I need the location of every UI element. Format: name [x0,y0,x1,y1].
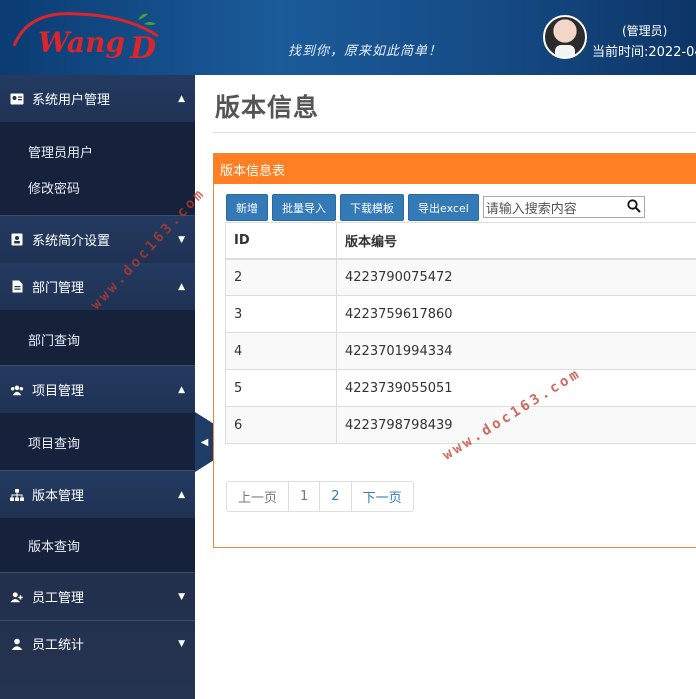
sidebar-item-label: 员工统计 [32,638,85,653]
sidebar: 系统用户管理 ▲ 管理员用户 修改密码 系统简介设置 ▼ 部门管理 ▲ 部门查询… [0,75,195,699]
prev-page-button[interactable]: 上一页 [226,481,290,512]
cell-version-number: 4223790075472 [336,258,696,296]
file-icon [10,280,24,294]
sidebar-item-project[interactable]: 项目管理 ▲ [0,366,195,413]
chevron-left-icon: ◀ [200,436,209,448]
caret-down-icon: ▼ [178,235,185,245]
table-header-row: ID 版本编号 [225,222,696,260]
sidebar-subitem-project-query[interactable]: 项目查询 [28,433,80,452]
submenu-version: 版本查询 [0,518,195,573]
svg-text:D: D [129,31,156,66]
sidebar-subitem-admin-users[interactable]: 管理员用户 [28,142,93,161]
sidebar-subitem-change-password[interactable]: 修改密码 [28,178,80,197]
search-icon[interactable] [627,199,641,213]
column-header-version-number[interactable]: 版本编号 [336,222,696,260]
table-row[interactable]: 5 4223739055051 [225,369,696,407]
cell-id: 2 [225,258,337,296]
pagination: 上一页 1 2 下一页 [226,481,414,512]
sidebar-item-version[interactable]: 版本管理 ▲ [0,471,195,518]
svg-text:Wang: Wang [38,26,125,59]
caret-up-icon: ▲ [178,94,185,104]
sidebar-item-label: 员工管理 [32,591,85,606]
slogan-text: 找到你，原来如此简单！ [288,44,443,59]
top-header: Wang D 找到你，原来如此简单！ (管理员) 当前时间:2022-04 [0,0,696,75]
cell-id: 5 [225,369,337,407]
submenu-system-users: 管理员用户 修改密码 [0,122,195,216]
cell-id: 4 [225,332,337,370]
sitemap-icon [10,488,24,502]
submenu-department: 部门查询 [0,310,195,366]
table-row[interactable]: 4 4223701994334 [225,332,696,370]
caret-down-icon: ▼ [178,592,185,602]
cell-id: 3 [225,295,337,333]
table-row[interactable]: 2 4223790075472 [225,258,696,296]
download-template-button[interactable]: 下载模板 [340,194,404,221]
users-icon [10,383,24,397]
sidebar-item-employee[interactable]: 员工管理 ▼ [0,573,195,620]
column-header-id[interactable]: ID [225,222,337,260]
page-1-button[interactable]: 1 [288,481,321,512]
caret-up-icon: ▲ [178,385,185,395]
version-info-panel: 版本信息表 新增 批量导入 下载模板 导出excel 请输入搜索内容 ID 版本… [213,153,696,548]
search-placeholder: 请输入搜索内容 [485,201,577,217]
sidebar-item-label: 系统用户管理 [32,93,111,108]
cell-version-number: 4223701994334 [336,332,696,370]
user-role: (管理员) [622,24,668,38]
avatar[interactable] [543,15,587,59]
sidebar-item-label: 版本管理 [32,489,85,504]
sidebar-item-employee-stats[interactable]: 员工统计 ▼ [0,620,195,667]
add-button[interactable]: 新增 [226,194,268,221]
user-plus-icon [10,590,24,604]
title-divider [213,132,696,133]
current-time: 当前时间:2022-04 [592,45,696,60]
submenu-project: 项目查询 [0,413,195,471]
next-page-button[interactable]: 下一页 [350,481,414,512]
page-title: 版本信息 [215,93,320,122]
search-input[interactable]: 请输入搜索内容 [482,196,645,218]
caret-down-icon: ▼ [178,639,185,649]
caret-up-icon: ▲ [178,282,185,292]
panel-title: 版本信息表 [214,154,696,184]
sidebar-collapse-toggle[interactable]: ◀ [195,412,214,472]
page-2-button[interactable]: 2 [319,481,352,512]
sidebar-subitem-version-query[interactable]: 版本查询 [28,536,80,555]
user-icon [10,637,24,651]
cell-id: 6 [225,406,337,444]
caret-up-icon: ▲ [178,490,185,500]
toolbar: 新增 批量导入 下载模板 导出excel 请输入搜索内容 [226,194,645,221]
table-row[interactable]: 3 4223759617860 [225,295,696,333]
cell-version-number: 4223759617860 [336,295,696,333]
sidebar-item-system-users[interactable]: 系统用户管理 ▲ [0,75,195,122]
batch-import-button[interactable]: 批量导入 [272,194,336,221]
sidebar-item-label: 系统简介设置 [32,234,111,249]
export-excel-button[interactable]: 导出excel [408,194,479,221]
brand-logo: Wang D [12,12,159,66]
sidebar-item-label: 部门管理 [32,281,85,296]
sidebar-subitem-department-query[interactable]: 部门查询 [28,330,80,349]
sidebar-item-label: 项目管理 [32,384,85,399]
address-book-icon [10,233,24,247]
id-card-icon [10,92,24,106]
version-table: ID 版本编号 2 4223790075472 3 4223759617860 … [225,222,696,444]
